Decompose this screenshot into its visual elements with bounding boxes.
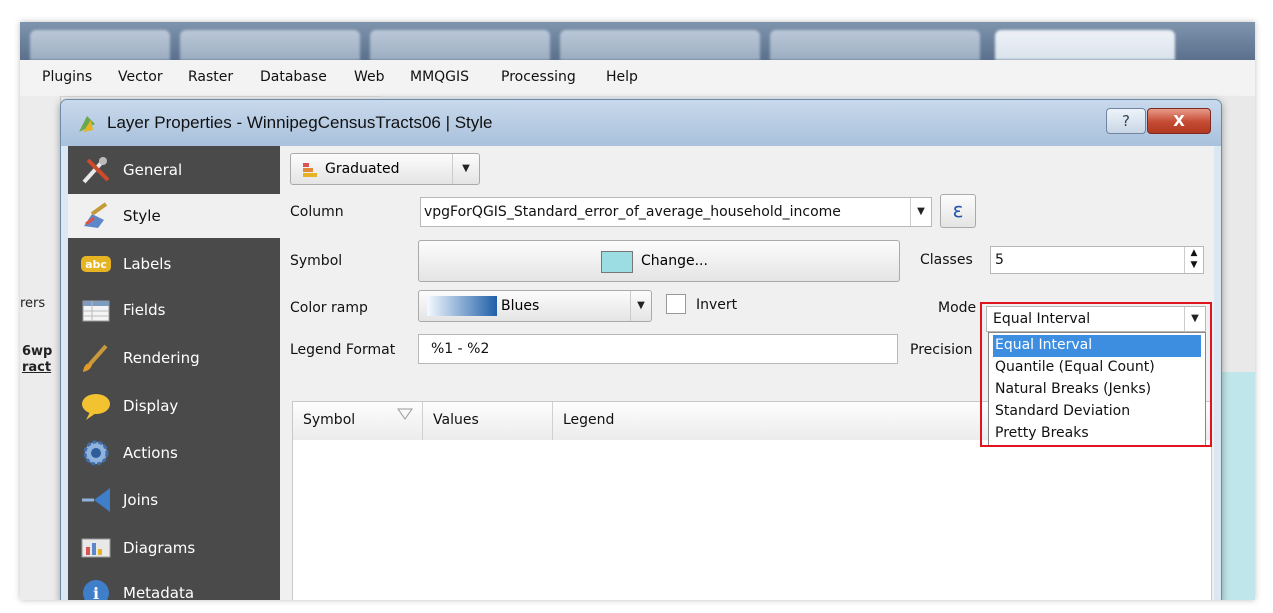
browser-tab[interactable] xyxy=(30,30,170,60)
column-select[interactable]: vpgForQGIS_Standard_error_of_average_hou… xyxy=(420,197,932,227)
graduated-renderer-icon xyxy=(303,163,317,177)
symbol-swatch xyxy=(601,251,633,273)
table-icon xyxy=(82,300,110,322)
color-ramp-label: Color ramp xyxy=(290,300,368,316)
sidebar-item-label: Rendering xyxy=(123,349,200,367)
diagram-icon xyxy=(81,538,111,558)
sidebar-item-general[interactable]: General xyxy=(68,148,280,192)
gear-icon xyxy=(83,440,109,466)
info-icon: i xyxy=(83,580,109,600)
sidebar-item-actions[interactable]: Actions xyxy=(68,431,280,475)
screenshot-frame: Plugins Vector Raster Database Web MMQGI… xyxy=(20,22,1255,600)
change-button-label: Change... xyxy=(641,253,708,269)
menu-mmqgis[interactable]: MMQGIS xyxy=(410,69,469,85)
chevron-down-icon: ▼ xyxy=(910,198,931,226)
layer-name[interactable]: ract xyxy=(22,360,51,375)
color-ramp-preview xyxy=(427,296,497,316)
classes-spinbox[interactable]: 5 ▲ ▼ xyxy=(990,246,1204,274)
sidebar-item-label: Style xyxy=(123,207,161,225)
menu-vector[interactable]: Vector xyxy=(118,69,163,85)
sidebar-item-label: Display xyxy=(123,397,179,415)
menu-web[interactable]: Web xyxy=(354,69,385,85)
browser-tab[interactable] xyxy=(560,30,760,60)
invert-checkbox[interactable] xyxy=(666,294,686,314)
invert-label: Invert xyxy=(696,297,738,313)
sidebar-item-diagrams[interactable]: Diagrams xyxy=(68,526,280,570)
sidebar-item-label: Actions xyxy=(123,444,178,462)
map-canvas-feature xyxy=(1217,372,1255,600)
column-value: vpgForQGIS_Standard_error_of_average_hou… xyxy=(424,204,841,220)
legend-format-input[interactable]: %1 - %2 xyxy=(418,334,898,364)
qgis-logo-icon xyxy=(79,116,95,132)
help-button[interactable]: ? xyxy=(1106,108,1146,134)
legend-format-label: Legend Format xyxy=(290,342,396,358)
sidebar-item-label: Fields xyxy=(123,301,166,319)
column-label: Column xyxy=(290,204,344,220)
sidebar-item-display[interactable]: Display xyxy=(68,384,280,428)
layer-name[interactable]: 6wp xyxy=(22,344,52,359)
browser-tab[interactable] xyxy=(370,30,550,60)
sidebar-item-label: Labels xyxy=(123,255,172,273)
classes-label: Classes xyxy=(920,252,973,268)
abc-label-icon: abc xyxy=(81,256,111,272)
classes-value: 5 xyxy=(995,252,1004,268)
sidebar-item-label: Diagrams xyxy=(123,539,196,557)
sidebar-item-label: Joins xyxy=(123,491,159,509)
qgis-menubar: Plugins Vector Raster Database Web MMQGI… xyxy=(20,60,1255,97)
menu-help[interactable]: Help xyxy=(606,69,638,85)
sidebar-item-joins[interactable]: Joins xyxy=(68,478,280,522)
menu-database[interactable]: Database xyxy=(260,69,327,85)
svg-text:i: i xyxy=(93,584,99,600)
sort-indicator-icon xyxy=(397,408,413,420)
sidebar-item-label: Metadata xyxy=(123,584,195,600)
change-symbol-button[interactable]: Change... xyxy=(418,240,900,282)
tools-icon xyxy=(82,157,110,184)
renderer-dropdown[interactable]: Graduated ▼ xyxy=(290,153,480,185)
color-ramp-dropdown[interactable]: Blues ▼ xyxy=(418,290,652,322)
sidebar-item-metadata[interactable]: i Metadata xyxy=(68,571,280,600)
menu-raster[interactable]: Raster xyxy=(188,69,233,85)
color-ramp-value: Blues xyxy=(501,298,540,314)
symbol-label: Symbol xyxy=(290,253,343,269)
renderer-value: Graduated xyxy=(325,161,400,177)
brush-icon xyxy=(83,344,108,372)
dialog-titlebar[interactable]: Layer Properties - WinnipegCensusTracts0… xyxy=(61,100,1221,146)
arrow-join-icon xyxy=(82,488,110,512)
browser-tab-active[interactable] xyxy=(995,30,1175,60)
legend-format-value: %1 - %2 xyxy=(431,341,490,357)
layers-panel-label: rers xyxy=(20,296,46,311)
sidebar-item-label: General xyxy=(123,161,183,179)
close-button[interactable]: X xyxy=(1147,108,1211,134)
chevron-down-icon: ▼ xyxy=(630,291,651,321)
properties-sidebar: General Style abc Labels Fields Renderin… xyxy=(68,146,280,600)
table-header-symbol[interactable]: Symbol xyxy=(293,402,423,440)
svg-text:abc: abc xyxy=(85,258,107,271)
speech-bubble-icon xyxy=(82,394,110,420)
menu-plugins[interactable]: Plugins xyxy=(42,69,92,85)
sidebar-item-rendering[interactable]: Rendering xyxy=(68,336,280,380)
precision-label: Precision xyxy=(910,342,973,358)
browser-tab-strip xyxy=(20,22,1255,60)
dialog-title: Layer Properties - WinnipegCensusTracts0… xyxy=(107,113,493,132)
chevron-down-icon: ▼ xyxy=(452,154,479,184)
sidebar-item-labels[interactable]: abc Labels xyxy=(68,242,280,286)
expression-button[interactable]: ε xyxy=(940,194,976,228)
browser-tab[interactable] xyxy=(180,30,360,60)
table-header-values[interactable]: Values xyxy=(423,402,553,440)
sidebar-item-style[interactable]: Style xyxy=(68,194,280,238)
sidebar-item-fields[interactable]: Fields xyxy=(68,288,280,332)
menu-processing[interactable]: Processing xyxy=(501,69,576,85)
spinner-arrows-icon[interactable]: ▲ ▼ xyxy=(1184,247,1203,273)
layers-panel-partial: rers 6wp ract xyxy=(20,96,61,600)
paintbrush-icon xyxy=(84,202,108,228)
browser-tab[interactable] xyxy=(770,30,980,60)
mode-label: Mode xyxy=(938,300,977,316)
highlight-annotation-box xyxy=(980,302,1212,447)
